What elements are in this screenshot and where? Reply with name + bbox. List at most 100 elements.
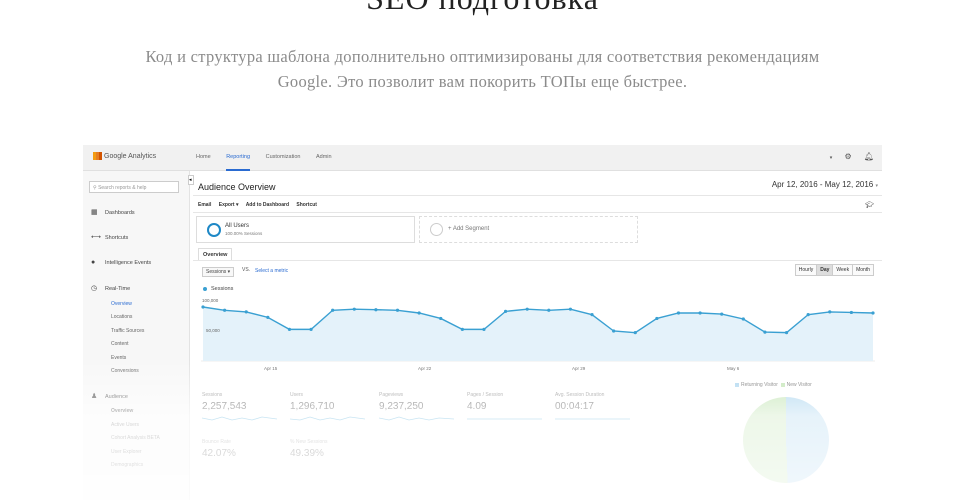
kpi-value: 1,296,710: [290, 401, 335, 412]
segment-all-users[interactable]: All Users 100.00% Sessions: [196, 216, 415, 243]
data-point[interactable]: [612, 329, 616, 333]
date-range-text: Apr 12, 2016 - May 12, 2016: [771, 180, 874, 189]
kpi-label: Sessions: [202, 392, 223, 398]
kpi-sparkline: [290, 416, 365, 421]
add-segment[interactable]: + Add Segment: [419, 216, 638, 243]
kpi-sparkline: [202, 416, 277, 421]
data-point[interactable]: [871, 311, 875, 315]
chart-legend: Sessions: [203, 286, 233, 292]
series-area: [203, 307, 873, 361]
grid-icon: ▦: [91, 209, 98, 216]
data-point[interactable]: [331, 308, 335, 312]
sidebar-item-intelligence[interactable]: ● Intelligence Events: [91, 259, 151, 266]
clock-icon: ◷: [91, 285, 98, 292]
x-tick-label: May 6: [727, 366, 740, 371]
data-point[interactable]: [720, 312, 724, 316]
realtime-overview[interactable]: Overview: [111, 301, 132, 307]
kpi-sparkline: [379, 416, 454, 421]
dropdown-icon[interactable]: ▾: [830, 155, 833, 161]
audience-cohort[interactable]: Cohort Analysis BETA: [111, 435, 160, 441]
sidebar-item-realtime[interactable]: ◷ Real-Time: [91, 284, 130, 292]
kpi-value: 2,257,543: [202, 401, 247, 412]
data-point[interactable]: [223, 308, 227, 312]
data-point[interactable]: [482, 327, 486, 331]
select-metric-link[interactable]: Select a metric: [255, 268, 288, 274]
data-point[interactable]: [633, 331, 637, 335]
metric-select[interactable]: Sessions ▾: [202, 267, 235, 277]
legend-swatch: [735, 382, 739, 387]
data-point[interactable]: [352, 307, 356, 311]
data-point[interactable]: [525, 307, 529, 311]
data-point[interactable]: [763, 330, 767, 334]
nav-admin[interactable]: Admin: [316, 145, 332, 170]
audience-user-explorer[interactable]: User Explorer: [111, 449, 142, 455]
divider: [193, 260, 882, 261]
date-range-picker[interactable]: Apr 12, 2016 - May 12, 2016 ▾: [772, 180, 878, 189]
realtime-locations[interactable]: Locations: [111, 314, 132, 320]
data-point[interactable]: [460, 327, 464, 331]
data-point[interactable]: [676, 311, 681, 315]
data-point[interactable]: [309, 327, 313, 331]
data-point[interactable]: [806, 313, 810, 317]
data-point[interactable]: [784, 331, 789, 335]
nav-customization[interactable]: Customization: [266, 145, 301, 170]
data-point[interactable]: [828, 310, 832, 314]
granularity-week[interactable]: Week: [832, 264, 854, 276]
kpi-value: 00:04:17: [555, 401, 594, 412]
ga-logo[interactable]: Google Analytics: [93, 152, 156, 160]
sidebar-item-shortcuts[interactable]: ⟷ Shortcuts: [91, 233, 128, 241]
bell-icon[interactable]: 🔔︎: [864, 152, 874, 161]
chevron-down-icon: ▾: [875, 183, 878, 189]
data-point[interactable]: [374, 308, 378, 312]
search-input[interactable]: ⚲ Search reports & help: [89, 181, 179, 193]
data-point[interactable]: [698, 311, 702, 315]
legend-label: Returning Visitor: [741, 382, 778, 388]
insights-icon[interactable]: 🎓︎: [865, 201, 874, 209]
realtime-events[interactable]: Events: [111, 355, 126, 361]
nav-home[interactable]: Home: [196, 145, 211, 170]
hero-title: SEO подготовка: [0, 0, 965, 17]
data-point[interactable]: [503, 309, 508, 313]
granularity-month[interactable]: Month: [852, 264, 874, 276]
realtime-conversions[interactable]: Conversions: [111, 368, 139, 374]
data-point[interactable]: [287, 327, 292, 331]
data-point[interactable]: [395, 308, 400, 312]
x-tick-label: Apr 22: [418, 366, 432, 371]
add-to-dashboard-button[interactable]: Add to Dashboard: [246, 202, 289, 208]
kpi-value: 42.07%: [202, 448, 236, 459]
sidebar-item-audience[interactable]: ♟ Audience: [91, 392, 128, 400]
data-point[interactable]: [547, 308, 551, 312]
audience-demographics[interactable]: Demographics: [111, 462, 143, 468]
sidebar-item-dashboards[interactable]: ▦ Dashboards: [91, 208, 135, 216]
data-point[interactable]: [201, 305, 205, 309]
data-point[interactable]: [266, 315, 270, 319]
data-point[interactable]: [741, 317, 745, 321]
export-button[interactable]: Export ▾: [219, 202, 239, 208]
nav-reporting[interactable]: Reporting: [226, 146, 251, 171]
audience-overview[interactable]: Overview: [111, 408, 133, 414]
vs-label: VS.: [242, 267, 251, 273]
granularity-hourly[interactable]: Hourly: [794, 264, 818, 276]
realtime-traffic-sources[interactable]: Traffic Sources: [111, 328, 144, 334]
data-point[interactable]: [439, 316, 443, 321]
data-point[interactable]: [244, 310, 248, 314]
data-point[interactable]: [417, 311, 421, 315]
audience-active-users[interactable]: Active Users: [111, 422, 139, 428]
realtime-content[interactable]: Content: [111, 341, 129, 347]
shortcut-button[interactable]: Shortcut: [296, 202, 317, 208]
sidebar-item-label: Audience: [105, 394, 128, 400]
people-icon: ♟: [91, 393, 98, 400]
segment-label: All Users: [225, 223, 250, 229]
x-tick-label: Apr 15: [264, 366, 278, 371]
email-button[interactable]: Email: [198, 202, 211, 208]
data-point[interactable]: [590, 313, 594, 317]
analytics-screenshot: Google Analytics Home Reporting Customiz…: [83, 145, 882, 500]
kpi-value: 9,237,250: [379, 401, 424, 412]
kpi-label: Users: [290, 392, 304, 398]
data-point[interactable]: [655, 316, 659, 321]
data-point[interactable]: [568, 307, 573, 311]
data-point[interactable]: [849, 310, 853, 315]
gear-icon[interactable]: ⚙: [844, 152, 851, 161]
analytics-logo-icon: [93, 152, 102, 160]
granularity-day[interactable]: Day: [816, 264, 834, 276]
